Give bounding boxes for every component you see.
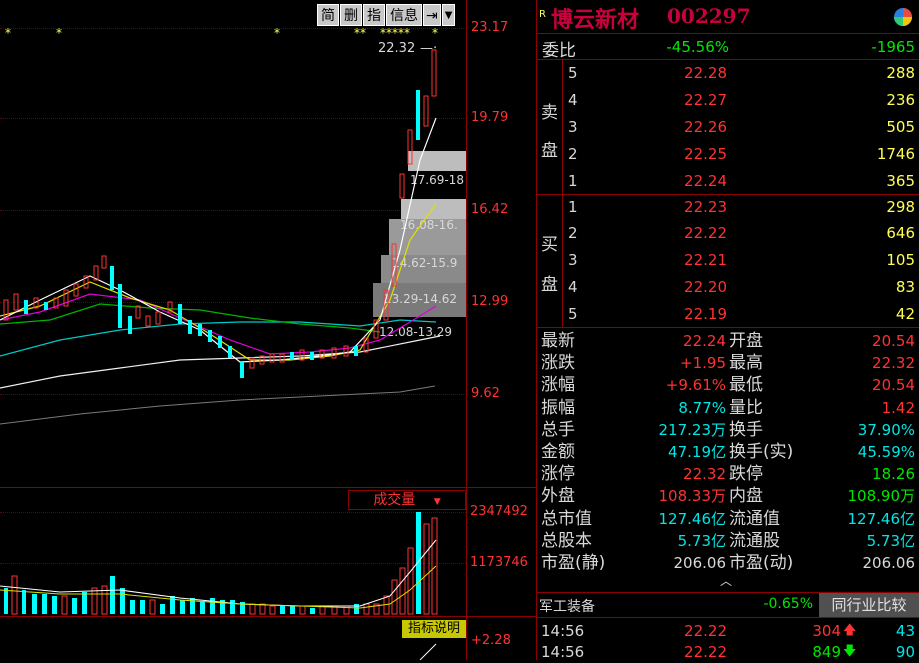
price-axis-label: 19.79	[471, 110, 509, 125]
volume-axis-label: 2347492	[470, 504, 528, 519]
stat-value: 22.32	[683, 465, 726, 484]
stat-row: 最新 22.24 开盘 20.54	[537, 330, 919, 352]
stat-value: 1.42	[881, 398, 915, 417]
stat-value: 20.54	[872, 332, 915, 350]
stat-label: 总市值	[541, 508, 592, 529]
price-axis-label: 12.99	[471, 294, 509, 309]
ask-row[interactable]: 2 22.25 1746	[537, 143, 919, 165]
stat-value: 206.06	[862, 554, 916, 572]
stat-value: 18.26	[872, 465, 915, 484]
bid-row[interactable]: 1 22.23 298	[537, 196, 919, 218]
stat-label: 量比	[729, 397, 763, 418]
bid-row[interactable]: 4 22.20 83	[537, 276, 919, 298]
stat-row: 金额 47.19亿 换手(实) 45.59%	[537, 441, 919, 463]
stat-value: 127.46亿	[658, 509, 727, 528]
stat-value: +9.61%	[665, 376, 726, 395]
stat-value: 108.33万	[658, 487, 727, 506]
bid-row[interactable]: 2 22.22 646	[537, 222, 919, 244]
tick-row: 14:56 22.22 304 🡅 43	[541, 622, 915, 640]
r-mark: R	[539, 9, 546, 20]
stat-label: 涨跌	[541, 353, 575, 374]
peer-compare-button[interactable]: 同行业比较	[819, 593, 919, 617]
stock-name: 博云新材	[551, 7, 640, 33]
stat-label: 最新	[541, 331, 575, 351]
stat-row: 外盘 108.33万 内盘 108.90万	[537, 485, 919, 507]
volume-axis-label: 1173746	[470, 555, 528, 570]
volume-bars	[0, 512, 438, 615]
stat-label: 流通值	[729, 508, 780, 529]
price-axis-label: 9.62	[471, 386, 500, 401]
stat-label: 跌停	[729, 464, 763, 485]
stat-row: 涨跌 +1.95 最高 22.32	[537, 352, 919, 374]
stat-value: 47.19亿	[668, 443, 726, 461]
sector-change: -0.65%	[763, 596, 813, 612]
stat-value: 5.73亿	[677, 531, 726, 550]
stat-label: 开盘	[729, 331, 763, 351]
indicator-axis-label: +2.28	[471, 633, 511, 648]
stock-code: 002297	[667, 4, 751, 28]
stat-label: 金额	[541, 442, 575, 462]
stat-row: 市盈(静) 206.06 市盈(动) 206.06	[537, 552, 919, 574]
stat-value: 217.23万	[658, 420, 727, 439]
stat-label: 总手	[541, 419, 575, 440]
axis-divider	[466, 0, 467, 660]
sector-name[interactable]: 军工装备	[539, 596, 595, 616]
kline-svg	[0, 49, 441, 660]
arrow-up-icon: 🡅	[843, 623, 857, 638]
stat-value: 5.73亿	[866, 531, 915, 550]
stat-value: 127.46亿	[847, 509, 916, 528]
stat-value: 206.06	[673, 554, 727, 572]
stat-value: 108.90万	[847, 487, 916, 506]
stat-row: 总手 217.23万 换手 37.90%	[537, 419, 919, 441]
ask-row[interactable]: 4 22.27 236	[537, 89, 919, 111]
weibi-pct: -45.56%	[666, 38, 729, 56]
ask-row[interactable]: 1 22.24 365	[537, 170, 919, 192]
stat-label: 流通股	[729, 530, 780, 551]
pie-chart-icon[interactable]	[893, 7, 913, 27]
stat-label: 总股本	[541, 530, 592, 551]
stat-label: 换手(实)	[729, 442, 794, 462]
weibi-label: 委比	[542, 41, 576, 61]
ma-line-white	[0, 117, 437, 363]
stat-value: 20.54	[872, 376, 915, 395]
stat-label: 换手	[729, 419, 763, 440]
stat-value: 22.24	[683, 332, 726, 350]
indicator-line	[419, 643, 437, 660]
weibi-value: -1965	[871, 38, 915, 56]
stat-label: 外盘	[541, 486, 575, 507]
stat-label: 振幅	[541, 397, 575, 418]
stat-label: 最低	[729, 375, 763, 396]
stat-row: 涨停 22.32 跌停 18.26	[537, 463, 919, 485]
stat-value: 37.90%	[857, 420, 915, 439]
stat-value: +1.95	[680, 354, 726, 373]
stat-value: 22.32	[872, 354, 915, 373]
stat-value: 8.77%	[678, 398, 726, 417]
price-axis-label: 23.17	[471, 20, 509, 35]
stat-row: 总股本 5.73亿 流通股 5.73亿	[537, 530, 919, 552]
stat-label: 市盈(静)	[541, 553, 606, 573]
stat-label: 市盈(动)	[729, 553, 794, 573]
stat-row: 总市值 127.46亿 流通值 127.46亿	[537, 508, 919, 530]
stat-label: 内盘	[729, 486, 763, 507]
quote-panel: R 博云新材 002297 委比 -45.56% -1965 卖 盘 5 22.…	[536, 0, 919, 661]
stat-label: 涨幅	[541, 375, 575, 396]
stat-label: 涨停	[541, 464, 575, 485]
bid-row[interactable]: 3 22.21 105	[537, 249, 919, 271]
price-axis-label: 16.42	[471, 202, 509, 217]
stat-value: 45.59%	[857, 443, 915, 461]
ask-row[interactable]: 5 22.28 288	[537, 62, 919, 84]
ma-line-gray	[0, 385, 436, 425]
ask-row[interactable]: 3 22.26 505	[537, 116, 919, 138]
stat-label: 最高	[729, 353, 763, 374]
stat-row: 涨幅 +9.61% 最低 20.54	[537, 374, 919, 396]
bid-row[interactable]: 5 22.19 42	[537, 303, 919, 325]
kline-chart-area[interactable]: 简 删 指 信息 ⇥ ▼ 23.17 19.79 16.42 12.99 9.6…	[0, 0, 536, 660]
stock-header: R 博云新材 002297	[537, 0, 919, 33]
chevron-up-icon[interactable]: ︿	[720, 572, 732, 589]
stat-row: 振幅 8.77% 量比 1.42	[537, 397, 919, 419]
